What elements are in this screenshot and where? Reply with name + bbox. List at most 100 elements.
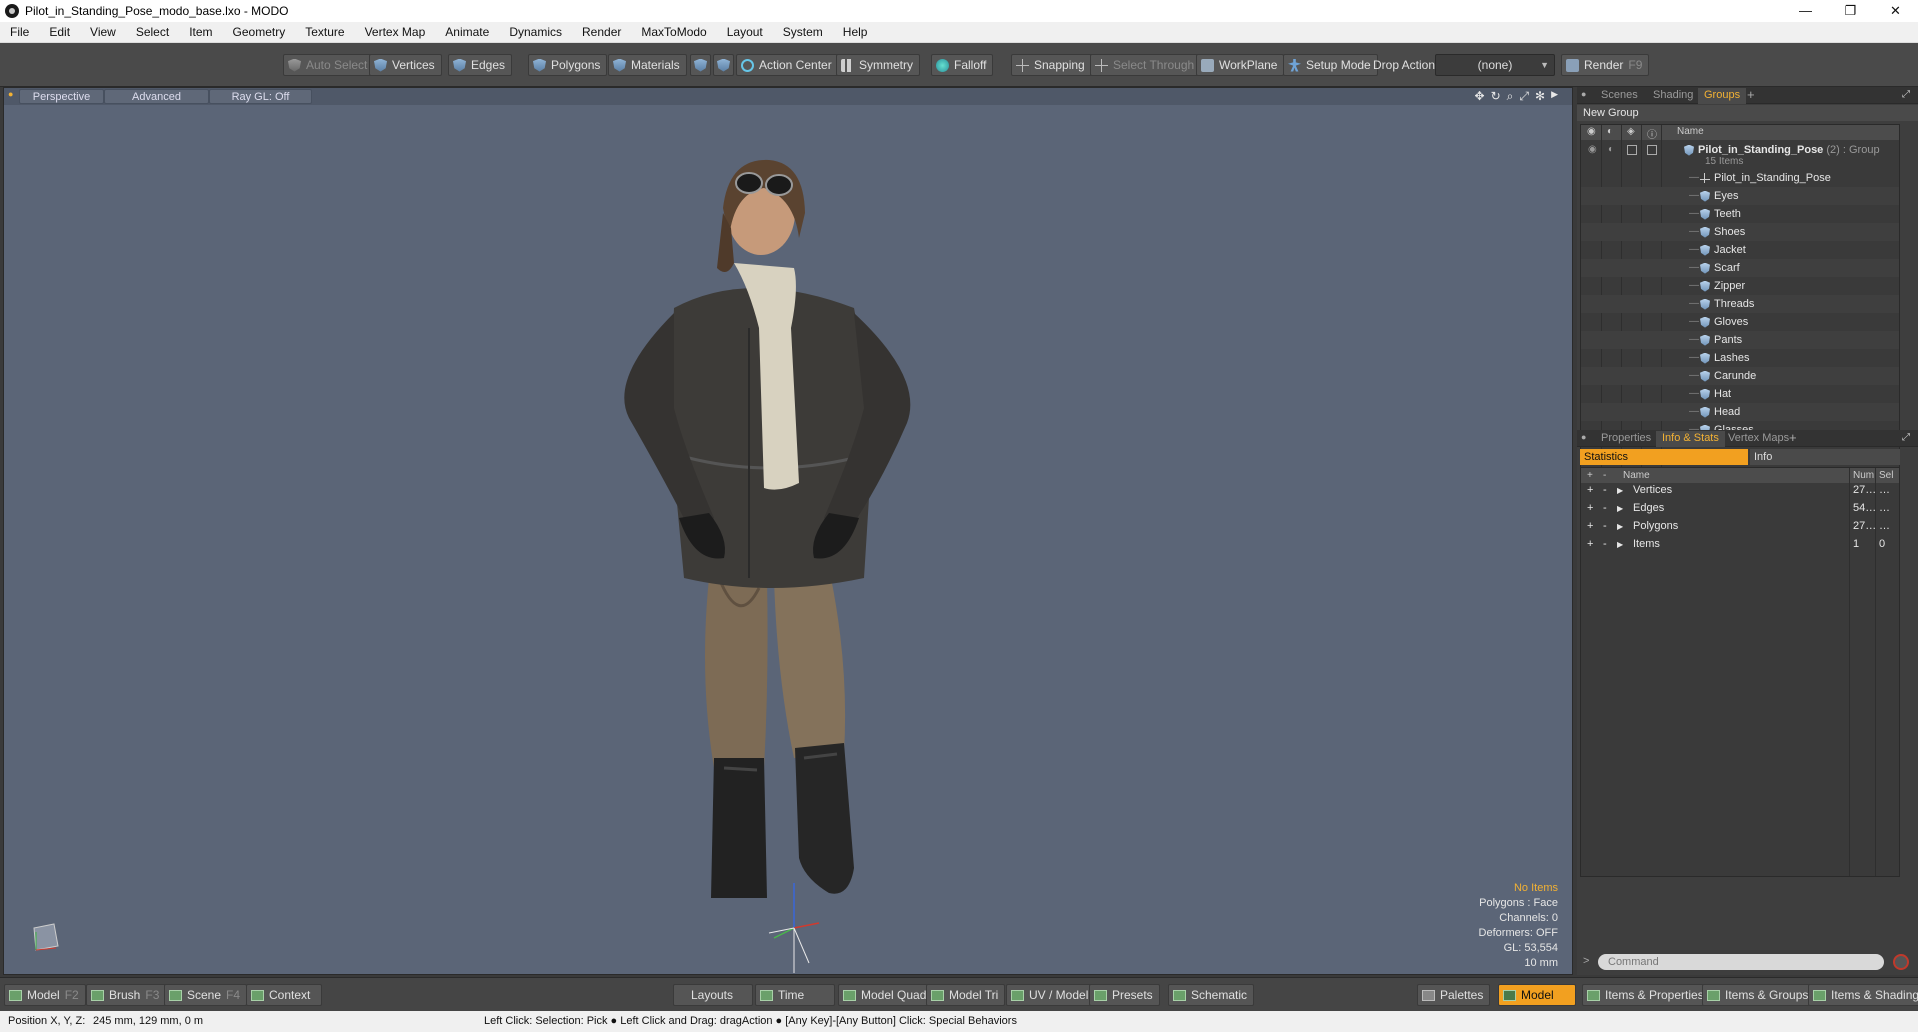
expand-row-icon[interactable]: +	[1587, 519, 1593, 534]
menu-texture[interactable]: Texture	[295, 25, 354, 39]
group-item-row[interactable]: — Hat	[1581, 385, 1899, 403]
gear-icon[interactable]: ✻	[1535, 89, 1545, 104]
viewport-tab-advanced[interactable]: Advanced	[104, 89, 209, 104]
schematic-button[interactable]: Schematic	[1168, 984, 1255, 1006]
model-layout-button[interactable]: Model	[1498, 984, 1576, 1006]
viewport-tab-perspective[interactable]: Perspective	[19, 89, 104, 104]
items-groups-button[interactable]: Items & Groups	[1702, 984, 1816, 1006]
statistics-row[interactable]: + - ▶ Polygons 27……	[1581, 519, 1899, 534]
menu-help[interactable]: Help	[833, 25, 878, 39]
collapse-all-icon[interactable]: -	[1603, 468, 1606, 483]
collapse-row-icon[interactable]: -	[1603, 501, 1607, 516]
collapse-row-icon[interactable]: -	[1603, 519, 1607, 534]
group-item-row[interactable]: — Pilot_in_Standing_Pose	[1581, 169, 1899, 187]
group-item-row[interactable]: — Gloves	[1581, 313, 1899, 331]
group-item-row[interactable]: — Shoes	[1581, 223, 1899, 241]
menu-select[interactable]: Select	[126, 25, 179, 39]
group-item-row[interactable]: — Zipper	[1581, 277, 1899, 295]
menu-edit[interactable]: Edit	[39, 25, 80, 39]
menu-item[interactable]: Item	[179, 25, 222, 39]
workplane-button[interactable]: WorkPlane	[1196, 54, 1285, 76]
group-item-row[interactable]: — Head	[1581, 403, 1899, 421]
group-item-row[interactable]: — Lashes	[1581, 349, 1899, 367]
statistics-row[interactable]: + - ▶ Edges 54……	[1581, 501, 1899, 516]
add-tab-icon[interactable]: +	[1789, 430, 1797, 445]
menu-file[interactable]: File	[0, 25, 39, 39]
menu-maxtomodo[interactable]: MaxToModo	[631, 25, 716, 39]
expand-icon[interactable]: ⤢	[1902, 432, 1910, 443]
maximize-button[interactable]: ❐	[1828, 0, 1873, 22]
model-quad-button[interactable]: Model Quad	[838, 984, 934, 1006]
expand-all-icon[interactable]: +	[1587, 468, 1593, 483]
minimize-button[interactable]: —	[1783, 0, 1828, 22]
group-item-row[interactable]: — Scarf	[1581, 259, 1899, 277]
menu-system[interactable]: System	[773, 25, 833, 39]
snapping-button[interactable]: Snapping	[1011, 54, 1092, 76]
edges-button[interactable]: Edges	[448, 54, 513, 76]
palettes-button[interactable]: Palettes	[1417, 984, 1491, 1006]
command-history-icon[interactable]: >	[1583, 955, 1589, 967]
add-tab-icon[interactable]: +	[1747, 87, 1755, 102]
menu-vertex-map[interactable]: Vertex Map	[355, 25, 436, 39]
rotate-icon[interactable]: ↻	[1491, 89, 1501, 104]
row-chevron-icon[interactable]: ▶	[1617, 537, 1623, 552]
uv-model-button[interactable]: UV / Model	[1006, 984, 1096, 1006]
panel-menu-icon[interactable]: ●	[1581, 432, 1586, 442]
viewport-menu-icon[interactable]: ●	[8, 89, 13, 99]
fit-icon[interactable]: ⤢	[1519, 89, 1529, 104]
setup-mode-button[interactable]: Setup Mode	[1283, 54, 1378, 76]
tab-statistics[interactable]: Statistics	[1580, 449, 1748, 465]
group-item-row[interactable]: — Threads	[1581, 295, 1899, 313]
menu-animate[interactable]: Animate	[435, 25, 499, 39]
time-button[interactable]: Time	[755, 984, 835, 1006]
expand-icon[interactable]: ⤢	[1902, 89, 1910, 100]
collapse-row-icon[interactable]: -	[1603, 537, 1607, 552]
zoom-icon[interactable]: ⌕	[1507, 89, 1514, 104]
model-tab-button[interactable]: Model F2	[4, 984, 86, 1006]
play-icon[interactable]: ▶	[1551, 89, 1558, 104]
menu-geometry[interactable]: Geometry	[223, 25, 296, 39]
tab-vertex-maps[interactable]: Vertex Maps	[1722, 431, 1795, 447]
pan-icon[interactable]: ✥	[1475, 89, 1485, 104]
tab-info-stats[interactable]: Info & Stats	[1656, 431, 1725, 447]
close-button[interactable]: ✕	[1873, 0, 1918, 22]
layouts-button[interactable]: Layouts	[673, 984, 753, 1006]
statistics-row[interactable]: + - ▶ Items 1 0	[1581, 537, 1899, 552]
row-chevron-icon[interactable]: ▶	[1617, 519, 1623, 534]
tab-properties[interactable]: Properties	[1595, 431, 1657, 447]
render-button[interactable]: Render F9	[1561, 54, 1650, 76]
select-mode-button-b[interactable]	[713, 54, 734, 76]
presets-button[interactable]: Presets	[1089, 984, 1160, 1006]
expand-row-icon[interactable]: +	[1587, 483, 1593, 498]
tab-shading[interactable]: Shading	[1647, 88, 1699, 104]
row-chevron-icon[interactable]: ▶	[1617, 483, 1623, 498]
menu-render[interactable]: Render	[572, 25, 631, 39]
new-group-button[interactable]: New Group	[1577, 105, 1918, 121]
polygons-button[interactable]: Polygons	[528, 54, 608, 76]
items-properties-button[interactable]: Items & Properties	[1582, 984, 1711, 1006]
menu-layout[interactable]: Layout	[717, 25, 773, 39]
panel-menu-icon[interactable]: ●	[1581, 89, 1586, 99]
model-tri-button[interactable]: Model Tri	[926, 984, 1006, 1006]
scene-tab-button[interactable]: Scene F4	[164, 984, 248, 1006]
menu-dynamics[interactable]: Dynamics	[499, 25, 572, 39]
group-item-row[interactable]: — Eyes	[1581, 187, 1899, 205]
tab-info[interactable]: Info	[1750, 449, 1900, 465]
select-through-button[interactable]: Select Through	[1090, 54, 1202, 76]
vertices-button[interactable]: Vertices	[369, 54, 442, 76]
action-center-button[interactable]: Action Center	[736, 54, 839, 76]
drop-action-dropdown[interactable]: (none) ▼	[1435, 54, 1555, 76]
tab-scenes[interactable]: Scenes	[1595, 88, 1644, 104]
pilot-model-render[interactable]	[599, 158, 939, 898]
group-item-row[interactable]: — Carunde	[1581, 367, 1899, 385]
row-chevron-icon[interactable]: ▶	[1617, 501, 1623, 516]
context-tab-button[interactable]: Context	[246, 984, 322, 1006]
group-item-row[interactable]: — Teeth	[1581, 205, 1899, 223]
menu-view[interactable]: View	[80, 25, 126, 39]
viewport-tab-raygl[interactable]: Ray GL: Off	[209, 89, 312, 104]
items-shading-button[interactable]: Items & Shading	[1808, 984, 1918, 1006]
group-item-row[interactable]: — Jacket	[1581, 241, 1899, 259]
statistics-row[interactable]: + - ▶ Vertices 27……	[1581, 483, 1899, 498]
symmetry-button[interactable]: Symmetry	[836, 54, 920, 76]
materials-button[interactable]: Materials	[608, 54, 687, 76]
